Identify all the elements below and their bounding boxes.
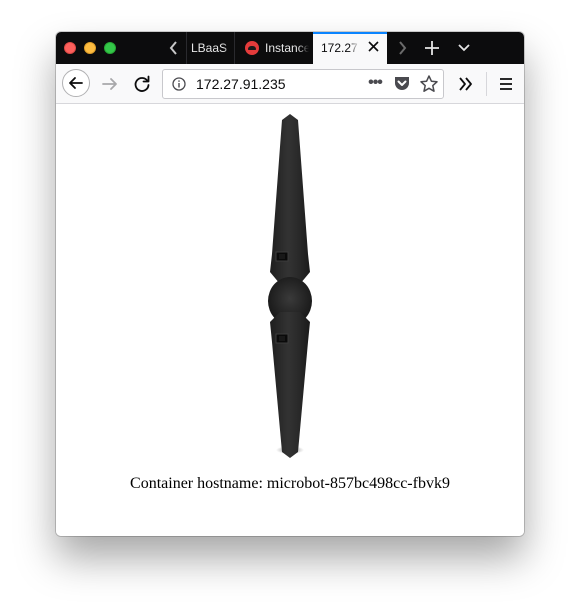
browser-window: LBaaS Instances 172.27.91.235 — [56, 32, 524, 536]
chevron-down-icon — [458, 44, 470, 52]
page-actions-button[interactable]: ••• — [363, 72, 387, 96]
back-button[interactable] — [62, 69, 90, 97]
tab-active-page[interactable]: 172.27.91.235 — [313, 32, 387, 64]
app-menu-button[interactable] — [494, 72, 518, 96]
toolbar-divider — [486, 72, 487, 96]
double-chevron-right-icon — [459, 77, 472, 91]
tab-strip: LBaaS Instances 172.27.91.235 — [56, 32, 524, 64]
url-text[interactable]: 172.27.91.235 — [196, 70, 286, 98]
window-maximize-button[interactable] — [104, 42, 116, 54]
new-tab-button[interactable] — [420, 32, 444, 64]
tab-title: 172.27.91.235 — [321, 41, 359, 55]
info-icon[interactable] — [172, 77, 186, 91]
arrow-right-icon — [102, 78, 117, 90]
tab-scroll-left-button[interactable] — [164, 32, 184, 64]
arrow-left-icon — [69, 77, 83, 89]
tab-list-button[interactable] — [452, 32, 476, 64]
container-hostname-text: Container hostname: microbot-857bc498cc-… — [130, 475, 450, 492]
pocket-icon[interactable] — [393, 75, 411, 93]
close-icon — [368, 41, 379, 52]
tab-close-button[interactable] — [368, 32, 379, 64]
chevron-left-icon — [169, 41, 177, 55]
reload-button[interactable] — [130, 72, 154, 96]
tab-lbaas[interactable]: LBaaS — [186, 32, 234, 64]
hamburger-menu-icon — [500, 78, 512, 90]
overflow-menu-button[interactable] — [454, 72, 478, 96]
window-close-button[interactable] — [64, 42, 76, 54]
chevron-right-icon — [399, 41, 407, 55]
address-bar[interactable]: 172.27.91.235 ••• — [162, 69, 444, 99]
forward-button[interactable] — [98, 72, 122, 96]
openshift-icon — [245, 41, 259, 55]
tab-title: LBaaS — [191, 41, 228, 55]
window-minimize-button[interactable] — [84, 42, 96, 54]
plus-icon — [425, 41, 439, 55]
tab-title: Instances — [265, 41, 309, 55]
navigation-toolbar: 172.27.91.235 ••• — [56, 64, 524, 104]
microbot-image — [268, 114, 312, 458]
tab-scroll-right-button[interactable] — [392, 32, 412, 64]
page-content: Container hostname: microbot-857bc498cc-… — [56, 104, 524, 536]
reload-icon — [134, 75, 150, 92]
bookmark-star-icon[interactable] — [419, 74, 439, 94]
tab-instances[interactable]: Instances — [234, 32, 312, 64]
